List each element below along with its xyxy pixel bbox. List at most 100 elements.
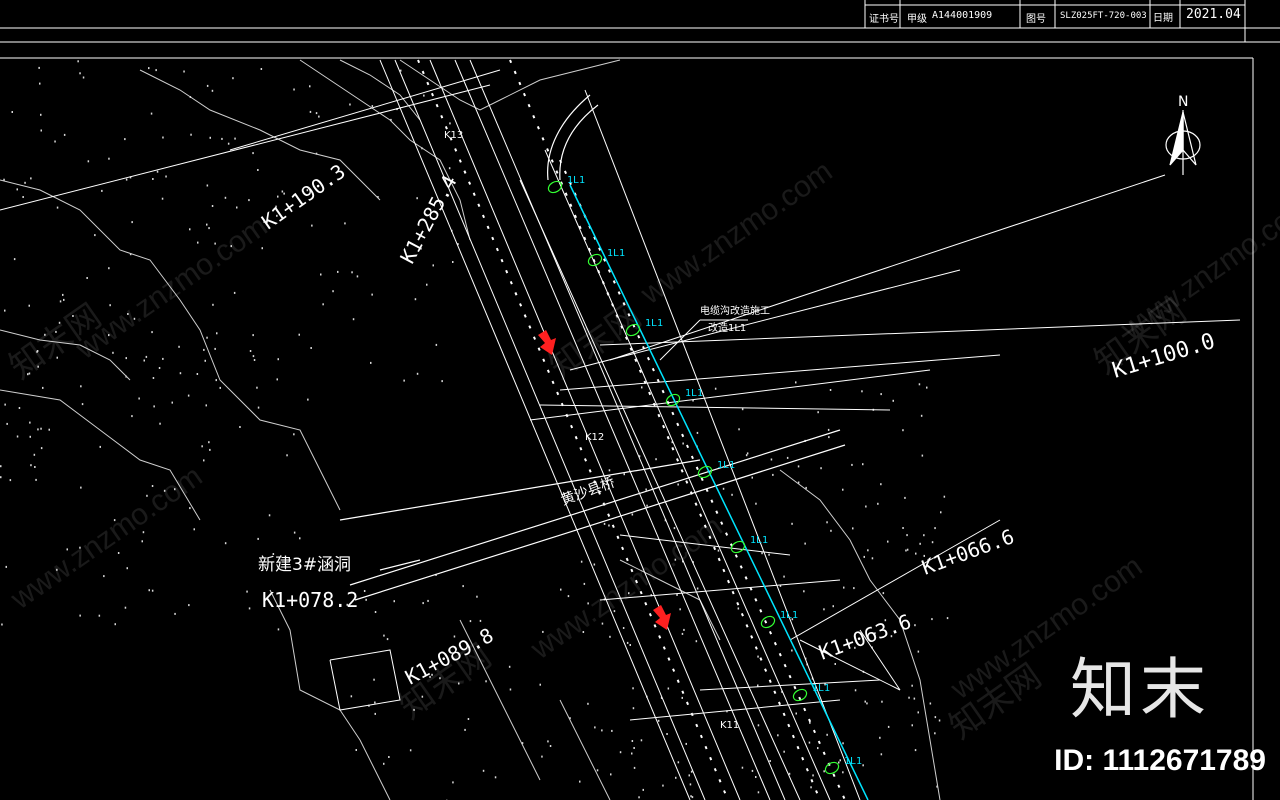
survey-point <box>772 473 774 476</box>
survey-point <box>919 542 921 545</box>
route-label-3: 1L1 <box>645 318 663 329</box>
survey-point <box>196 373 199 375</box>
survey-point <box>915 552 917 555</box>
survey-point <box>322 303 324 306</box>
survey-point <box>11 111 13 113</box>
route-label-6: 1L1 <box>750 535 768 546</box>
survey-point <box>29 421 31 424</box>
survey-point <box>1 623 3 626</box>
survey-point <box>370 361 372 364</box>
survey-point <box>769 760 771 762</box>
survey-point <box>187 394 190 397</box>
survey-point <box>62 293 64 296</box>
survey-point <box>131 221 133 224</box>
route-label-9: 1L1 <box>844 756 862 767</box>
survey-point <box>356 275 359 278</box>
survey-point <box>151 331 153 334</box>
survey-point <box>374 611 377 613</box>
survey-point <box>99 445 101 448</box>
survey-point <box>795 712 797 715</box>
survey-point <box>731 493 733 496</box>
survey-point <box>911 684 913 687</box>
survey-point <box>206 223 208 226</box>
survey-point <box>320 273 322 276</box>
survey-point <box>201 445 203 448</box>
survey-point <box>632 687 634 690</box>
survey-point <box>108 157 110 160</box>
survey-point <box>914 749 917 752</box>
survey-point <box>371 293 373 296</box>
survey-point <box>817 747 819 750</box>
survey-point <box>145 355 148 358</box>
survey-point <box>646 504 648 507</box>
survey-point <box>355 749 357 751</box>
survey-point <box>926 386 928 389</box>
survey-point <box>913 697 916 700</box>
survey-point <box>208 227 210 230</box>
survey-point <box>277 628 280 631</box>
survey-point <box>786 456 789 459</box>
survey-point <box>843 586 845 589</box>
survey-point <box>906 548 909 551</box>
survey-point <box>854 689 857 692</box>
survey-point <box>206 84 209 87</box>
survey-point <box>908 696 910 699</box>
survey-point <box>159 422 161 425</box>
survey-point <box>34 466 36 468</box>
survey-point <box>628 592 630 595</box>
survey-point <box>230 245 232 248</box>
survey-point <box>509 688 512 691</box>
survey-point <box>808 741 811 744</box>
survey-point <box>203 459 205 462</box>
survey-point <box>938 719 941 722</box>
survey-point <box>877 502 879 505</box>
survey-point <box>252 355 255 358</box>
route-marker-4 <box>665 393 681 407</box>
survey-point <box>206 184 209 187</box>
survey-point <box>829 389 832 391</box>
survey-point <box>842 488 844 491</box>
survey-point <box>188 604 190 607</box>
survey-point <box>931 618 933 621</box>
survey-point <box>683 628 685 631</box>
survey-point <box>209 448 211 451</box>
survey-point <box>914 624 916 627</box>
survey-point <box>427 599 429 602</box>
survey-point <box>150 112 153 115</box>
survey-point <box>642 788 644 791</box>
survey-point <box>823 608 825 611</box>
survey-point <box>124 138 126 141</box>
survey-point <box>432 264 434 267</box>
survey-point <box>80 486 82 489</box>
survey-point <box>27 373 29 376</box>
survey-point <box>363 590 366 592</box>
survey-point <box>383 634 385 637</box>
survey-point <box>640 739 643 742</box>
cert-label: 证书号 <box>869 14 899 25</box>
survey-point <box>138 397 140 400</box>
survey-point <box>741 766 744 769</box>
survey-point <box>183 70 185 73</box>
survey-point <box>277 195 279 198</box>
survey-point <box>151 589 154 592</box>
survey-point <box>609 635 611 638</box>
survey-point <box>832 605 834 608</box>
survey-point <box>293 88 295 91</box>
survey-point <box>0 465 2 468</box>
survey-point <box>751 769 754 772</box>
survey-point <box>862 764 864 767</box>
survey-point <box>631 752 633 755</box>
survey-point <box>830 529 832 532</box>
survey-point <box>421 695 424 698</box>
survey-point <box>239 426 241 428</box>
survey-point <box>422 602 424 605</box>
survey-point <box>352 318 355 321</box>
survey-point <box>867 549 869 552</box>
route-label-7: 1L1 <box>780 610 798 621</box>
survey-point <box>414 298 417 301</box>
route-label-1: 1L1 <box>567 175 585 186</box>
survey-point <box>812 774 814 777</box>
survey-point <box>197 241 199 244</box>
survey-point <box>695 640 698 643</box>
survey-point <box>58 321 61 324</box>
